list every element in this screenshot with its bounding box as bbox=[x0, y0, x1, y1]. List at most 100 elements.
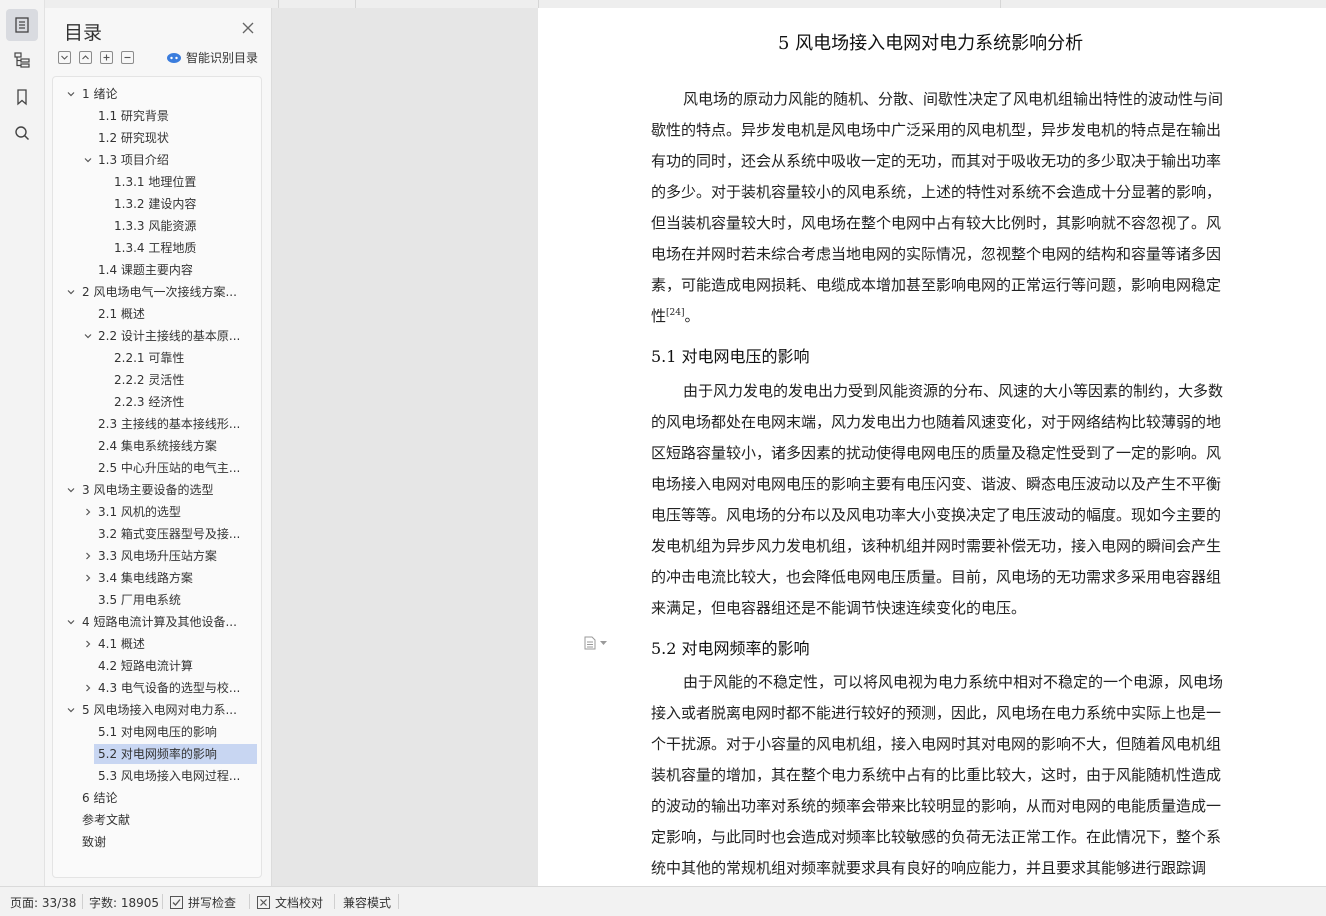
toc-item-label: 6 结论 bbox=[82, 791, 118, 805]
chevron-down-icon[interactable] bbox=[84, 156, 92, 164]
toc-item-label: 1.3 项目介绍 bbox=[98, 153, 169, 167]
toc-item[interactable]: 3.2 箱式变压器型号及接... bbox=[53, 524, 253, 544]
toc-item[interactable]: 5.1 对电网电压的影响 bbox=[53, 722, 253, 742]
toc-item[interactable]: 1.4 课题主要内容 bbox=[53, 260, 253, 280]
smart-ai-icon bbox=[167, 52, 181, 63]
toc-item[interactable]: 2.4 集电系统接线方案 bbox=[53, 436, 253, 456]
chevron-down-icon bbox=[61, 55, 68, 60]
remove-entry-button[interactable] bbox=[121, 51, 134, 64]
toc-item[interactable]: 2.3 主接线的基本接线形... bbox=[53, 414, 253, 434]
toc-item[interactable]: 1.3.1 地理位置 bbox=[53, 172, 253, 192]
chevron-right-icon[interactable] bbox=[84, 552, 92, 560]
expand-all-button[interactable] bbox=[58, 51, 71, 64]
toc-item[interactable]: 5 风电场接入电网对电力系... bbox=[53, 700, 253, 720]
toc-item-label: 1.3.3 风能资源 bbox=[114, 219, 197, 233]
toc-item[interactable]: 1.3 项目介绍 bbox=[53, 150, 253, 170]
toc-item[interactable]: 1.2 研究现状 bbox=[53, 128, 253, 148]
toc-item[interactable]: 2.5 中心升压站的电气主... bbox=[53, 458, 253, 478]
compat-mode: 兼容模式 bbox=[343, 896, 392, 910]
toc-item[interactable]: 2.1 概述 bbox=[53, 304, 253, 324]
toc-item[interactable]: 1 绪论 bbox=[53, 84, 253, 104]
spell-check-button[interactable]: 拼写检查 bbox=[170, 894, 236, 911]
toc-item[interactable]: 致谢 bbox=[53, 832, 253, 852]
toc-list: 1 绪论 1.1 研究背景 1.2 研究现状 1.3 项目介绍 1.3.1 地理位置 1.… bbox=[52, 76, 262, 878]
word-count[interactable]: 字数: 18905 bbox=[89, 894, 159, 911]
toc-toolbar bbox=[58, 51, 134, 67]
toc-item-label: 参考文献 bbox=[82, 813, 131, 827]
toc-item[interactable]: 3.3 风电场升压站方案 bbox=[53, 546, 253, 566]
citation-link[interactable]: [24] bbox=[666, 308, 684, 318]
toc-item[interactable]: 1.3.4 工程地质 bbox=[53, 238, 253, 258]
toc-item[interactable]: 1.3.3 风能资源 bbox=[53, 216, 253, 236]
chapter-heading: 5 风电场接入电网对电力系统影响分析 bbox=[778, 33, 1084, 54]
chevron-down-icon[interactable] bbox=[67, 486, 75, 494]
bookmark-button[interactable] bbox=[6, 81, 38, 113]
search-button[interactable] bbox=[6, 117, 38, 149]
text-fragment: 。 bbox=[684, 307, 700, 325]
chevron-right-icon[interactable] bbox=[84, 508, 92, 516]
add-entry-button[interactable] bbox=[100, 51, 113, 64]
chevron-down-icon[interactable] bbox=[67, 90, 75, 98]
text-line: 由于风能的不稳定性，可以将风电视为电力系统中相对不稳定的一个电源，风电场 bbox=[683, 673, 1224, 691]
toc-item-label: 2.2.2 灵活性 bbox=[114, 373, 185, 387]
toc-item-label: 4.1 概述 bbox=[98, 637, 145, 651]
toc-item-label: 2.2 设计主接线的基本原... bbox=[98, 329, 241, 343]
toc-item-label: 5.1 对电网电压的影响 bbox=[98, 725, 217, 739]
proofread-icon bbox=[257, 896, 270, 909]
collapse-all-button[interactable] bbox=[79, 51, 92, 64]
paragraph-marker[interactable] bbox=[584, 636, 607, 650]
close-icon[interactable] bbox=[241, 21, 255, 35]
toc-item[interactable]: 2.2 设计主接线的基本原... bbox=[53, 326, 253, 346]
text-line: 定影响，与此同时也会造成对频率比较敏感的负荷无法正常工作。在此情况下，整个系 bbox=[651, 828, 1222, 846]
toc-item[interactable]: 6 结论 bbox=[53, 788, 253, 808]
smart-toc-button[interactable]: 智能识别目录 bbox=[166, 49, 258, 66]
chevron-right-icon[interactable] bbox=[84, 640, 92, 648]
toc-item-label: 1.4 课题主要内容 bbox=[98, 263, 193, 277]
toc-item-label: 4.2 短路电流计算 bbox=[98, 659, 193, 673]
toc-item[interactable]: 4.1 概述 bbox=[53, 634, 253, 654]
text-line: 电场在并网时若未综合考虑当地电网的实际情况，忽视整个电网的结构和容量等诸多因 bbox=[651, 245, 1222, 263]
page-count[interactable]: 页面: 33/38 bbox=[10, 894, 76, 911]
outline-button[interactable] bbox=[6, 44, 38, 76]
text-fragment: 性 bbox=[651, 307, 667, 325]
toc-item[interactable]: 1.3.2 建设内容 bbox=[53, 194, 253, 214]
chevron-right-icon[interactable] bbox=[84, 574, 92, 582]
chevron-down-icon[interactable] bbox=[84, 332, 92, 340]
toc-item[interactable]: 4 短路电流计算及其他设备... bbox=[53, 612, 253, 632]
toc-item[interactable]: 3.4 集电线路方案 bbox=[53, 568, 253, 588]
text-line: 由于风力发电的发电出力受到风能资源的分布、风速的大小等因素的制约，大多数 bbox=[683, 382, 1224, 400]
toc-item[interactable]: 5.2 对电网频率的影响 bbox=[53, 744, 257, 764]
toc-item-label: 3.5 厂用电系统 bbox=[98, 593, 181, 607]
status-bar: 页面: 33/38 字数: 18905 拼写检查 文档校对 兼容模式 bbox=[0, 886, 1326, 916]
section-heading-5-2: 5.2 对电网频率的影响 bbox=[651, 639, 810, 658]
toc-item-label: 2.4 集电系统接线方案 bbox=[98, 439, 217, 453]
toc-item[interactable]: 4.2 短路电流计算 bbox=[53, 656, 253, 676]
left-rail bbox=[0, 0, 45, 886]
search-icon bbox=[15, 126, 30, 141]
text-line: 风电场的原动力风能的随机、分散、间歇性决定了风电机组输出特性的波动性与间 bbox=[683, 90, 1224, 108]
chevron-down-icon[interactable] bbox=[67, 706, 75, 714]
toc-item[interactable]: 4.3 电气设备的选型与校... bbox=[53, 678, 253, 698]
toc-item[interactable]: 2 风电场电气一次接线方案... bbox=[53, 282, 253, 302]
toc-item[interactable]: 3.1 风机的选型 bbox=[53, 502, 253, 522]
toc-item[interactable]: 2.2.2 灵活性 bbox=[53, 370, 253, 390]
document-page[interactable]: 5 风电场接入电网对电力系统影响分析 风电场的原动力风能的随机、分散、间歇性决定… bbox=[538, 8, 1326, 886]
toc-item[interactable]: 3.5 厂用电系统 bbox=[53, 590, 253, 610]
caret-down-icon bbox=[600, 640, 607, 645]
toc-item[interactable]: 1.1 研究背景 bbox=[53, 106, 253, 126]
proofread-button[interactable]: 文档校对 bbox=[257, 894, 323, 911]
toc-item[interactable]: 2.2.1 可靠性 bbox=[53, 348, 253, 368]
chevron-right-icon[interactable] bbox=[84, 684, 92, 692]
toc-item[interactable]: 3 风电场主要设备的选型 bbox=[53, 480, 253, 500]
chevron-down-icon[interactable] bbox=[67, 288, 75, 296]
toc-view-button[interactable] bbox=[6, 9, 38, 41]
smart-toc-label: 智能识别目录 bbox=[186, 51, 259, 65]
toc-item-label: 3.2 箱式变压器型号及接... bbox=[98, 527, 241, 541]
toc-item[interactable]: 2.2.3 经济性 bbox=[53, 392, 253, 412]
top-strip bbox=[0, 0, 1326, 8]
toc-item-label: 4 短路电流计算及其他设备... bbox=[82, 615, 237, 629]
text-line: 个干扰源。对于小容量的风电机组，接入电网时其对电网的影响不大，但随着风电机组 bbox=[651, 735, 1222, 753]
toc-item[interactable]: 5.3 风电场接入电网过程... bbox=[53, 766, 253, 786]
chevron-down-icon[interactable] bbox=[67, 618, 75, 626]
toc-item[interactable]: 参考文献 bbox=[53, 810, 253, 830]
